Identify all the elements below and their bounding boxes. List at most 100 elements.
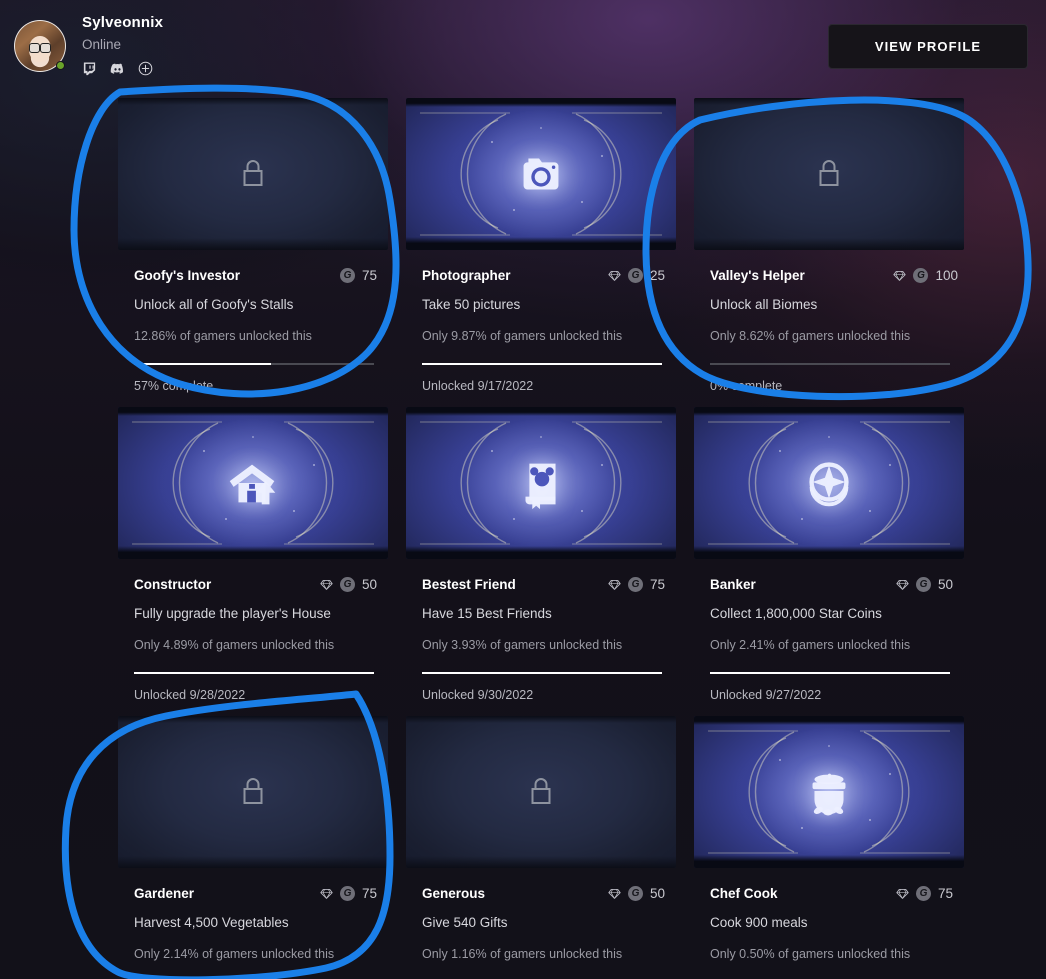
rare-gem-icon	[896, 888, 909, 899]
achievement-score: G 50	[608, 885, 670, 901]
progress-bar-fill	[134, 363, 271, 365]
card-divider	[422, 672, 662, 674]
achievement-rarity: Only 9.87% of gamers unlocked this	[422, 329, 623, 343]
friendship-book-icon	[489, 431, 593, 535]
achievement-header-row: Photographer G 25	[422, 266, 676, 284]
achievement-score: G 75	[340, 267, 382, 283]
achievements-grid: Goofy's Investor G 75 Unlock all of Goof…	[118, 98, 974, 961]
achievement-status: Unlocked 9/30/2022	[422, 688, 534, 702]
achievement-art[interactable]	[118, 716, 388, 868]
achievement-name: Constructor	[134, 576, 212, 592]
achievement-card[interactable]: Bestest Friend G 75 Have 15 Best Friends…	[406, 407, 676, 702]
achievement-meta: Photographer G 25 Take 50 pictures Only …	[406, 250, 676, 393]
achievement-name: Gardener	[134, 885, 195, 901]
gamerscore-badge-icon: G	[628, 267, 643, 283]
achievement-card[interactable]: Chef Cook G 75 Cook 900 meals Only 0.50%…	[694, 716, 964, 961]
achievement-art[interactable]	[118, 407, 388, 559]
lock-icon	[819, 160, 839, 186]
achievement-score: G 75	[320, 885, 382, 901]
achievement-art[interactable]	[406, 716, 676, 868]
gamerscore-value: 75	[650, 576, 666, 592]
achievement-art[interactable]	[694, 407, 964, 559]
gamerscore-value: 25	[650, 267, 666, 283]
achievement-meta: Constructor G 50 Fully upgrade the playe…	[118, 559, 388, 702]
discord-icon[interactable]	[110, 61, 125, 76]
achievement-name: Banker	[710, 576, 756, 592]
achievement-card[interactable]: Goofy's Investor G 75 Unlock all of Goof…	[118, 98, 388, 393]
achievement-meta: Gardener G 75 Harvest 4,500 Vegetables O…	[118, 868, 388, 961]
achievement-name: Valley's Helper	[710, 267, 805, 283]
gamerscore-badge-icon: G	[916, 885, 931, 901]
achievement-header-row: Goofy's Investor G 75	[134, 266, 388, 284]
lock-icon	[243, 160, 263, 186]
achievement-card[interactable]: Banker G 50 Collect 1,800,000 Star Coins…	[694, 407, 964, 702]
view-profile-button[interactable]: VIEW PROFILE	[828, 24, 1028, 69]
achievement-description: Harvest 4,500 Vegetables	[134, 915, 289, 930]
profile-header: Sylveonnix Online VIEW PROFILE	[0, 0, 1046, 92]
achievement-header-row: Bestest Friend G 75	[422, 575, 676, 593]
achievement-status: 57% complete	[134, 379, 214, 393]
achievement-rarity: Only 4.89% of gamers unlocked this	[134, 638, 335, 652]
achievement-rarity: Only 2.14% of gamers unlocked this	[134, 947, 335, 961]
rare-gem-icon	[896, 579, 909, 590]
achievement-card[interactable]: Valley's Helper G 100 Unlock all Biomes …	[694, 98, 964, 393]
avatar[interactable]	[14, 20, 66, 72]
card-divider	[422, 363, 662, 365]
achievement-meta: Bestest Friend G 75 Have 15 Best Friends…	[406, 559, 676, 702]
achievement-art[interactable]	[694, 98, 964, 250]
gamertag: Sylveonnix	[82, 14, 164, 31]
achievement-meta: Generous G 50 Give 540 Gifts Only 1.16% …	[406, 868, 676, 961]
achievement-card[interactable]: Photographer G 25 Take 50 pictures Only …	[406, 98, 676, 393]
achievement-description: Fully upgrade the player's House	[134, 606, 331, 621]
achievement-art[interactable]	[406, 98, 676, 250]
card-divider	[134, 672, 374, 674]
achievement-name: Bestest Friend	[422, 576, 516, 592]
achievement-header-row: Generous G 50	[422, 884, 676, 902]
achievement-card[interactable]: Gardener G 75 Harvest 4,500 Vegetables O…	[118, 716, 388, 961]
achievement-card[interactable]: Generous G 50 Give 540 Gifts Only 1.16% …	[406, 716, 676, 961]
gamerscore-badge-icon: G	[340, 267, 355, 283]
achievement-meta: Goofy's Investor G 75 Unlock all of Goof…	[118, 250, 388, 393]
achievement-card[interactable]: Constructor G 50 Fully upgrade the playe…	[118, 407, 388, 702]
card-divider	[710, 672, 950, 674]
achievement-art[interactable]	[694, 716, 964, 868]
achievement-art[interactable]	[118, 98, 388, 250]
gamerscore-badge-icon: G	[913, 267, 929, 283]
gamerscore-value: 75	[362, 885, 378, 901]
achievement-name: Generous	[422, 885, 486, 901]
achievement-status: 0% complete	[710, 379, 783, 393]
gamerscore-badge-icon: G	[628, 576, 643, 592]
achievement-header-row: Gardener G 75	[134, 884, 388, 902]
gamerscore-value: 75	[938, 885, 954, 901]
achievement-score: G 25	[608, 267, 670, 283]
rare-gem-icon	[608, 270, 621, 281]
twitch-icon[interactable]	[82, 61, 97, 76]
achievement-meta: Valley's Helper G 100 Unlock all Biomes …	[694, 250, 964, 393]
rare-gem-icon	[608, 888, 621, 899]
achievement-rarity: Only 3.93% of gamers unlocked this	[422, 638, 623, 652]
achievement-rarity: Only 1.16% of gamers unlocked this	[422, 947, 623, 961]
achievement-art[interactable]	[406, 407, 676, 559]
achievement-description: Unlock all Biomes	[710, 297, 818, 312]
achievement-score: G 75	[608, 576, 670, 592]
achievement-status: Unlocked 9/27/2022	[710, 688, 822, 702]
achievement-header-row: Chef Cook G 75	[710, 884, 964, 902]
achievement-score: G 100	[893, 267, 958, 283]
achievement-description: Cook 900 meals	[710, 915, 808, 930]
achievement-name: Chef Cook	[710, 885, 778, 901]
rare-gem-icon	[893, 270, 907, 281]
add-icon[interactable]	[138, 61, 153, 76]
achievement-meta: Chef Cook G 75 Cook 900 meals Only 0.50%…	[694, 868, 964, 961]
achievement-header-row: Constructor G 50	[134, 575, 388, 593]
achievement-header-row: Valley's Helper G 100	[710, 266, 964, 284]
rare-gem-icon	[320, 579, 333, 590]
gamerscore-badge-icon: G	[340, 885, 355, 901]
achievement-description: Give 540 Gifts	[422, 915, 508, 930]
lock-icon	[531, 778, 551, 804]
gamerscore-badge-icon: G	[916, 576, 931, 592]
achievement-score: G 75	[896, 885, 958, 901]
achievement-description: Take 50 pictures	[422, 297, 521, 312]
cooking-pot-icon	[777, 740, 881, 844]
camera-icon	[489, 122, 593, 226]
gamerscore-badge-icon: G	[340, 576, 355, 592]
